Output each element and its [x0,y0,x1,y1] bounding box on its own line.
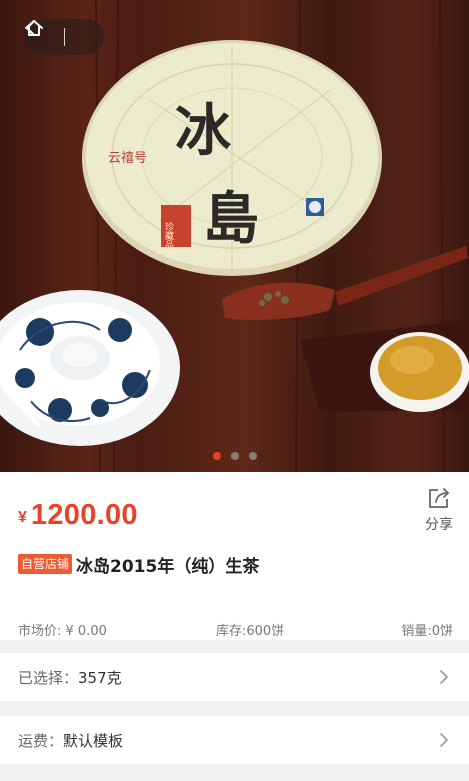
share-button[interactable]: 分享 [421,486,457,538]
chevron-right-icon [440,670,448,684]
price-value: 1200.00 [30,499,138,531]
chevron-left-icon [20,389,40,427]
product-title: 冰岛2015年（纯）生茶 [76,556,260,577]
product-title-row: 自营店铺 冰岛2015年（纯）生茶 [18,552,260,577]
tea-cake-seal: 珍藏品 [163,221,174,250]
spec-select-value: 357克 [78,668,122,687]
self-operated-badge: 自营店铺 [18,554,73,574]
market-price: 市场价: ¥ 0.00 [18,624,107,639]
carousel-indicator [0,452,469,462]
sales-count: 销量:0饼 [401,624,453,639]
product-image[interactable]: 冰 島 云禧号 珍藏品 [0,0,469,472]
shipping-row[interactable]: 运费： 默认模板 [0,716,469,764]
carousel-dot[interactable] [212,452,221,460]
product-photo: 冰 島 云禧号 珍藏品 [0,0,469,472]
nav-pill [24,19,104,55]
product-price: ¥1200.00 [18,499,138,532]
spec-select-row[interactable]: 已选择： 357克 [0,653,469,701]
carousel-dot[interactable] [248,452,257,460]
product-meta: 市场价: ¥ 0.00 库存:600饼 销量:0饼 [18,620,453,640]
share-label: 分享 [425,517,453,533]
tea-cake-char-1: 冰 [175,98,232,164]
home-icon [25,20,43,36]
chevron-right-icon [440,733,448,747]
stock-count: 库存:600饼 [216,624,285,639]
home-button[interactable] [25,19,104,55]
share-icon [429,488,449,508]
price-currency: ¥ [18,509,27,526]
spec-select-label: 已选择： [18,668,79,687]
carousel-prev-button[interactable] [14,387,46,429]
shipping-value: 默认模板 [63,731,124,750]
carousel-dot[interactable] [230,452,239,460]
tea-cake-char-2: 島 [203,186,259,252]
tea-cake-brand: 云禧号 [108,151,147,166]
shipping-label: 运费： [18,731,64,750]
